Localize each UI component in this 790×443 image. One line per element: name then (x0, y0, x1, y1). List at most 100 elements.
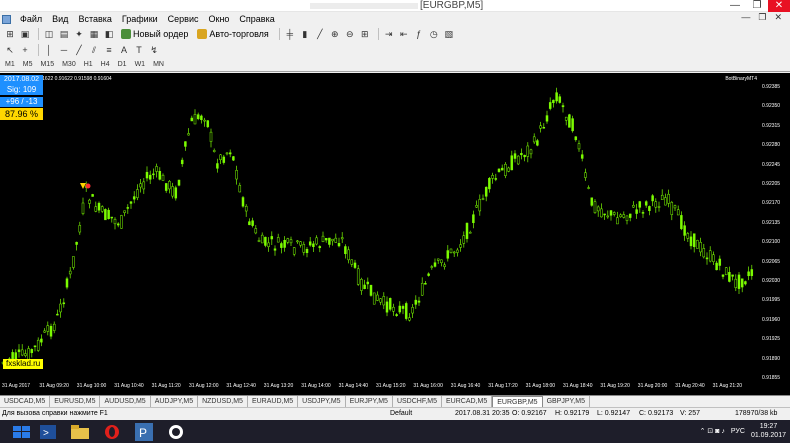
candle (542, 127, 546, 129)
time-label: 31 Aug 11:20 (151, 383, 181, 389)
candle (635, 209, 638, 214)
tab-usdjpy-m5[interactable]: USDJPY,M5 (298, 396, 346, 407)
tab-eurcad-m5[interactable]: EURCAD,M5 (442, 396, 493, 407)
minimize-button[interactable]: — (724, 0, 746, 12)
trendline-icon[interactable]: ╱ (73, 44, 85, 56)
clock[interactable]: 19:27 01.09.2017 (751, 422, 786, 440)
candle (715, 262, 718, 271)
candle (616, 217, 619, 225)
menu-window[interactable]: Окно (204, 12, 235, 26)
price-label: 0.92100 (762, 239, 781, 246)
candle (430, 266, 434, 268)
metatrader-icon[interactable]: P (130, 422, 158, 442)
language-indicator[interactable]: РУС (731, 428, 745, 435)
tray-icons[interactable]: ⌃ ⊡ ◙ ♪ (700, 427, 725, 435)
menu-charts[interactable]: Графики (117, 12, 163, 26)
tab-euraud-m5[interactable]: EURAUD,M5 (248, 396, 299, 407)
tab-usdchf-m5[interactable]: USDCHF,M5 (393, 396, 443, 407)
price-chart[interactable]: EURGBP,M5 0.91622 0.91622 0.91598 0.9160… (0, 73, 790, 395)
chart-minimize-button[interactable]: — (737, 12, 754, 23)
vertical-line-icon[interactable]: │ (43, 44, 55, 56)
tile-windows-icon[interactable]: ⊞ (359, 28, 371, 40)
app-icon-round[interactable] (162, 422, 190, 442)
line-chart-icon[interactable]: ╱ (314, 28, 326, 40)
periods-icon[interactable]: ◷ (428, 28, 440, 40)
maximize-button[interactable]: ❐ (746, 0, 768, 12)
candle (520, 153, 523, 156)
tab-audjpy-m5[interactable]: AUDJPY,M5 (151, 396, 199, 407)
auto-trading-button[interactable]: Авто-торговля (194, 27, 271, 41)
equidistant-channel-icon[interactable]: ⫽ (88, 44, 100, 56)
tf-h1[interactable]: H1 (81, 59, 96, 70)
explorer-icon[interactable] (66, 422, 94, 442)
auto-scroll-icon[interactable]: ⇥ (383, 28, 395, 40)
time-label: 31 Aug 19:20 (600, 383, 630, 389)
tf-h4[interactable]: H4 (98, 59, 113, 70)
signal-percent: 87.96 % (0, 108, 43, 120)
tf-d1[interactable]: D1 (115, 59, 130, 70)
navigator-icon[interactable]: ✦ (73, 28, 85, 40)
candle (75, 241, 78, 245)
tab-usdcad-m5[interactable]: USDCAD,M5 (0, 396, 51, 407)
tab-eurgbp-m5[interactable]: EURGBP,M5 (492, 396, 543, 407)
zoom-out-icon[interactable]: ⊖ (344, 28, 356, 40)
tab-nzdusd-m5[interactable]: NZDUSD,M5 (198, 396, 248, 407)
candle (228, 152, 232, 155)
crosshair-icon[interactable]: + (19, 44, 31, 56)
candle (408, 317, 411, 321)
bar-chart-icon[interactable]: ╪ (284, 28, 296, 40)
candle (299, 241, 302, 246)
candle (516, 155, 520, 165)
zoom-in-icon[interactable]: ⊕ (329, 28, 341, 40)
terminal-icon[interactable]: ▦ (88, 28, 100, 40)
price-label: 0.92065 (762, 258, 781, 265)
tf-mn[interactable]: MN (150, 59, 167, 70)
start-button[interactable] (8, 422, 34, 442)
strategy-tester-icon[interactable]: ◧ (103, 28, 115, 40)
candle (164, 183, 168, 191)
tab-audusd-m5[interactable]: AUDUSD,M5 (100, 396, 151, 407)
horizontal-line-icon[interactable]: ─ (58, 44, 70, 56)
status-low: L: 0.92147 (597, 410, 631, 417)
tf-m30[interactable]: M30 (59, 59, 79, 70)
text-icon[interactable]: A (118, 44, 130, 56)
fibonacci-icon[interactable]: ≡ (103, 44, 115, 56)
chart-close-button[interactable]: ✕ (770, 12, 786, 23)
new-chart-icon[interactable]: ⊞ (4, 28, 16, 40)
tf-m1[interactable]: M1 (2, 59, 18, 70)
arrows-icon[interactable]: ↯ (148, 44, 160, 56)
tf-m15[interactable]: M15 (37, 59, 57, 70)
candle (644, 201, 648, 206)
chart-shift-icon[interactable]: ⇤ (398, 28, 410, 40)
templates-icon[interactable]: ▧ (443, 28, 455, 40)
candle (724, 267, 728, 276)
candle (593, 201, 597, 214)
tf-m5[interactable]: M5 (20, 59, 36, 70)
svg-text:P: P (139, 426, 147, 440)
profiles-icon[interactable]: ▣ (19, 28, 31, 40)
tab-eurusd-m5[interactable]: EURUSD,M5 (50, 396, 101, 407)
menu-help[interactable]: Справка (234, 12, 279, 26)
tf-w1[interactable]: W1 (132, 59, 149, 70)
market-watch-icon[interactable]: ◫ (43, 28, 55, 40)
menu-insert[interactable]: Вставка (73, 12, 116, 26)
candle (587, 187, 590, 189)
chart-restore-button[interactable]: ❐ (754, 12, 770, 23)
new-order-button[interactable]: Новый ордер (118, 27, 191, 41)
opera-icon[interactable] (98, 422, 126, 442)
close-button[interactable]: ✕ (768, 0, 790, 12)
menu-view[interactable]: Вид (47, 12, 73, 26)
data-window-icon[interactable]: ▤ (58, 28, 70, 40)
candlestick-icon[interactable]: ▮ (299, 28, 311, 40)
candle (660, 194, 664, 200)
tab-eurjpy-m5[interactable]: EURJPY,M5 (346, 396, 393, 407)
menu-file[interactable]: Файл (15, 12, 47, 26)
tab-gbpjpy-m5[interactable]: GBPJPY,M5 (543, 396, 590, 407)
cursor-icon[interactable]: ↖ (4, 44, 16, 56)
powershell-icon[interactable]: > (34, 422, 62, 442)
candle (667, 193, 670, 204)
text-label-icon[interactable]: T (133, 44, 145, 56)
indicators-icon[interactable]: ƒ (413, 28, 425, 40)
candle (184, 141, 187, 147)
menu-tools[interactable]: Сервис (163, 12, 204, 26)
